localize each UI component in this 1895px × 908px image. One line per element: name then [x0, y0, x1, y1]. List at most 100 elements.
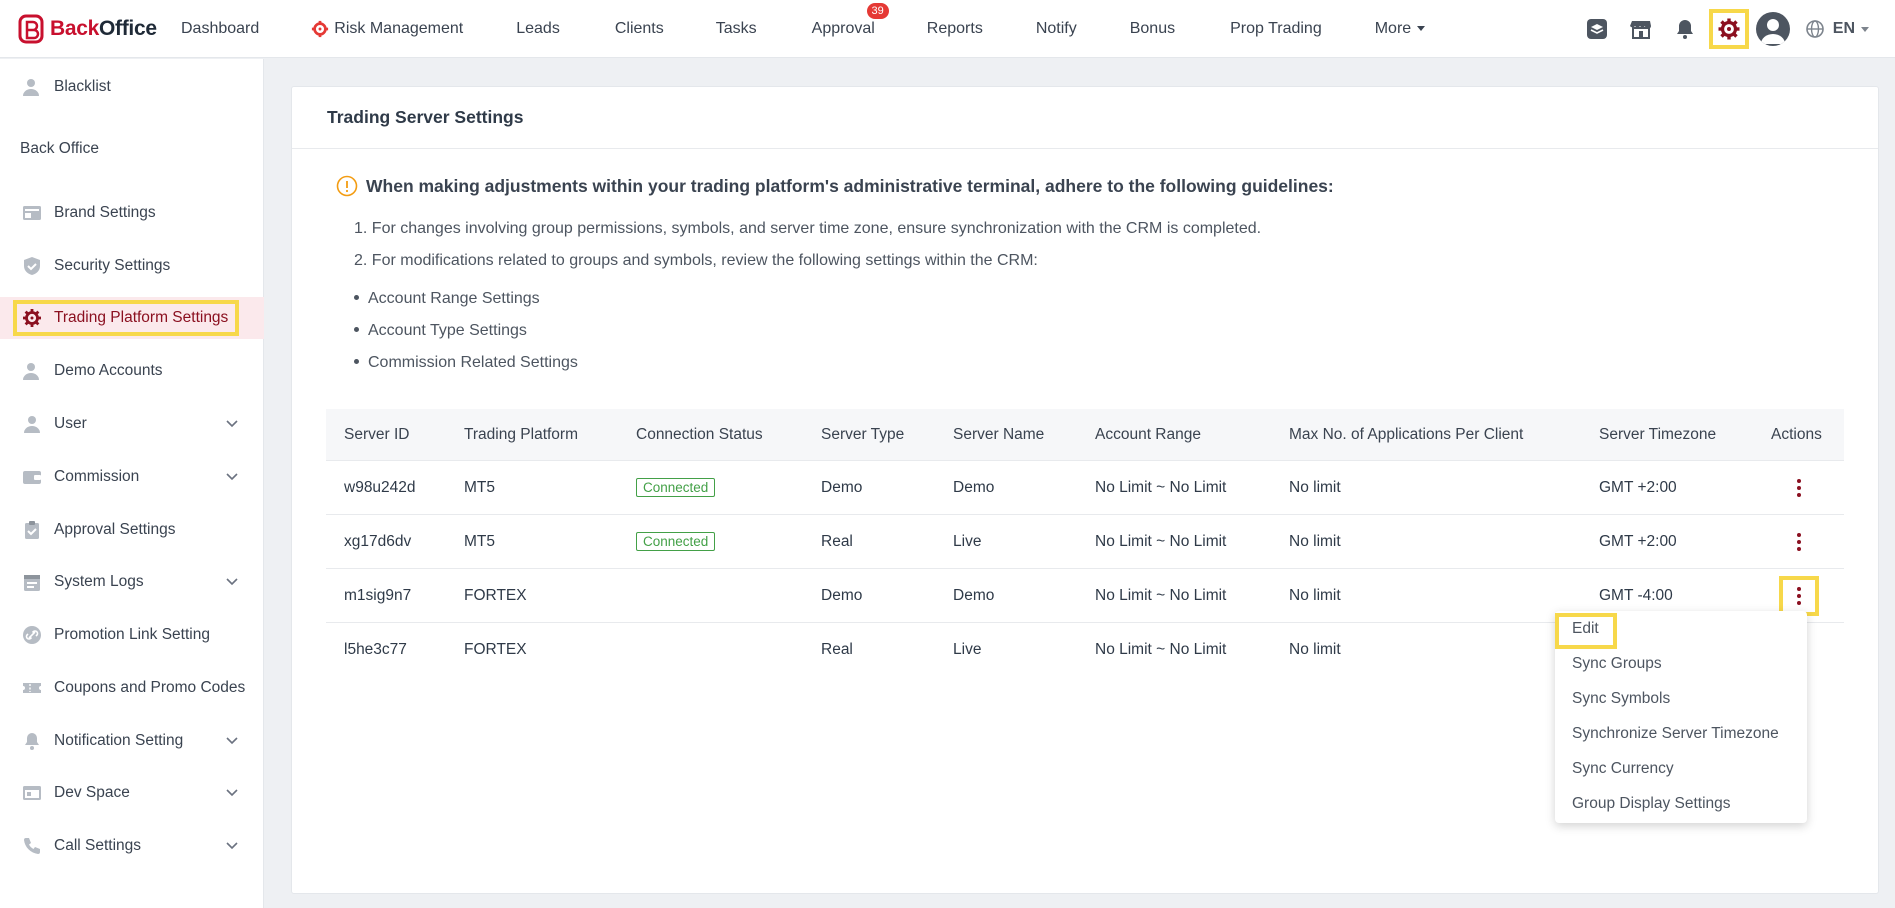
- cell-platform: MT5: [464, 478, 495, 496]
- nav-more-dropdown[interactable]: More: [1374, 0, 1426, 58]
- dropdown-item-edit[interactable]: Edit: [1555, 613, 1807, 649]
- notifications-button[interactable]: [1665, 9, 1705, 49]
- logo-icon: [18, 14, 44, 43]
- chevron-down-icon: [226, 789, 238, 797]
- approval-count-badge: 39: [866, 2, 889, 19]
- phone-icon: [24, 838, 40, 854]
- nav-label: More: [1374, 19, 1412, 37]
- ticket-icon: [23, 683, 41, 693]
- cell-server-type: Real: [821, 532, 853, 550]
- sidebar-item-label: User: [54, 415, 87, 432]
- cell-max-applications: No limit: [1289, 641, 1341, 658]
- window-icon: [23, 786, 41, 800]
- sidebar-item-trading-platform-settings[interactable]: Trading Platform Settings: [0, 297, 264, 339]
- language-label: EN: [1832, 20, 1855, 37]
- brand-name-part2: Office: [99, 16, 157, 40]
- dropdown-item-sync-server-timezone[interactable]: Synchronize Server Timezone: [1572, 725, 1779, 743]
- store-button[interactable]: [1621, 9, 1661, 49]
- cell-max-applications: No limit: [1289, 586, 1341, 604]
- table-row: xg17d6dv MT5 Connected Real Live No Limi…: [326, 515, 1844, 569]
- brand-logo[interactable]: BackOffice: [18, 14, 181, 44]
- dropdown-item-group-display-settings[interactable]: Group Display Settings: [1572, 795, 1731, 813]
- dropdown-item-sync-groups[interactable]: Sync Groups: [1572, 655, 1662, 673]
- sidebar-item-label: Brand Settings: [54, 204, 156, 221]
- wallet-icon: [23, 471, 41, 484]
- nav-notify[interactable]: Notify: [1036, 0, 1077, 58]
- more-vertical-icon: [1797, 532, 1801, 551]
- sidebar-item-call-settings[interactable]: Call Settings: [0, 825, 264, 867]
- highlight-box: [13, 300, 239, 336]
- nav-label: Notify: [1035, 19, 1077, 37]
- sidebar-item-promotion-link-setting[interactable]: Promotion Link Setting: [0, 614, 264, 656]
- more-vertical-icon: [1797, 586, 1801, 605]
- chevron-down-icon: [226, 578, 238, 586]
- sidebar-item-blacklist[interactable]: Blacklist: [0, 66, 264, 108]
- sidebar-item-system-logs[interactable]: System Logs: [0, 561, 264, 603]
- layers-button[interactable]: [1577, 9, 1617, 49]
- col-trading-platform: Trading Platform: [464, 425, 578, 443]
- cell-account-range: No Limit ~ No Limit: [1095, 641, 1227, 658]
- col-server-name: Server Name: [953, 425, 1045, 443]
- col-actions: Actions: [1771, 425, 1822, 443]
- nav-tasks[interactable]: Tasks: [716, 0, 757, 58]
- nav-prop-trading[interactable]: Prop Trading: [1230, 0, 1322, 58]
- nav-label: Risk Management: [334, 19, 464, 37]
- chevron-down-icon: [226, 842, 238, 850]
- clipboard-check-icon: [25, 521, 39, 539]
- nav-reports[interactable]: Reports: [927, 0, 983, 58]
- bullet-account-range: Account Range Settings: [351, 290, 540, 308]
- status-badge: Connected: [636, 532, 716, 551]
- more-vertical-icon: [1797, 478, 1801, 497]
- dropdown-item-sync-symbols[interactable]: Sync Symbols: [1572, 690, 1670, 708]
- cell-platform: FORTEX: [464, 586, 527, 604]
- settings-button[interactable]: [1708, 9, 1749, 49]
- sidebar-item-label: Approval Settings: [54, 521, 176, 538]
- caret-down-icon: [1417, 26, 1426, 31]
- sidebar-item-security-settings[interactable]: Security Settings: [0, 245, 264, 287]
- sidebar-item-notification-setting[interactable]: Notification Setting: [0, 720, 264, 762]
- nav-dashboard[interactable]: Dashboard: [181, 0, 259, 58]
- sidebar-item-user[interactable]: User: [0, 403, 264, 445]
- user-avatar-button[interactable]: [1753, 9, 1793, 49]
- sidebar-item-label: Promotion Link Setting: [54, 626, 210, 643]
- nav-label: Leads: [516, 19, 560, 37]
- sidebar-item-label: Coupons and Promo Codes: [54, 679, 246, 696]
- nav-label: Reports: [926, 19, 983, 37]
- guidelines-notice: When making adjustments within your trad…: [336, 175, 1736, 371]
- nav-approval[interactable]: Approval 39: [812, 0, 889, 58]
- cell-server-name: Demo: [953, 586, 995, 604]
- chevron-down-icon: [226, 473, 238, 481]
- layers-icon: [1586, 19, 1607, 39]
- language-selector[interactable]: EN: [1805, 19, 1869, 39]
- bell-icon: [1676, 20, 1693, 39]
- cell-account-range: No Limit ~ No Limit: [1095, 532, 1227, 550]
- row-actions-button-active[interactable]: [1779, 575, 1819, 616]
- sidebar-item-approval-settings[interactable]: Approval Settings: [0, 509, 264, 551]
- cell-max-applications: No limit: [1289, 478, 1341, 496]
- cell-server-id: xg17d6dv: [344, 532, 412, 550]
- dropdown-item-sync-currency[interactable]: Sync Currency: [1572, 760, 1674, 778]
- nav-leads[interactable]: Leads: [516, 0, 560, 58]
- row-actions-button[interactable]: [1779, 468, 1819, 508]
- cell-platform: FORTEX: [464, 641, 527, 658]
- globe-icon: [1805, 20, 1824, 38]
- caret-down-icon: [1861, 26, 1869, 32]
- sidebar-item-label: Notification Setting: [54, 732, 184, 749]
- sidebar-item-label: Dev Space: [54, 784, 130, 801]
- nav-label: Tasks: [715, 19, 757, 37]
- sidebar-item-label: Security Settings: [54, 257, 171, 274]
- nav-clients[interactable]: Clients: [615, 0, 664, 58]
- nav-risk-management[interactable]: Risk Management: [311, 0, 463, 58]
- col-connection-status: Connection Status: [636, 425, 763, 443]
- sidebar-item-dev-space[interactable]: Dev Space: [0, 772, 264, 814]
- nav-bonus[interactable]: Bonus: [1130, 0, 1175, 58]
- row-actions-button[interactable]: [1779, 522, 1819, 562]
- brand-icon: [23, 206, 41, 220]
- sidebar-item-demo-accounts[interactable]: Demo Accounts: [0, 350, 264, 392]
- user-icon: [23, 363, 39, 380]
- sidebar-item-brand-settings[interactable]: Brand Settings: [0, 192, 264, 234]
- avatar: [1755, 12, 1790, 46]
- calendar-icon: [24, 575, 40, 591]
- sidebar-item-coupons-promo-codes[interactable]: Coupons and Promo Codes: [0, 667, 264, 709]
- sidebar-item-commission[interactable]: Commission: [0, 456, 264, 498]
